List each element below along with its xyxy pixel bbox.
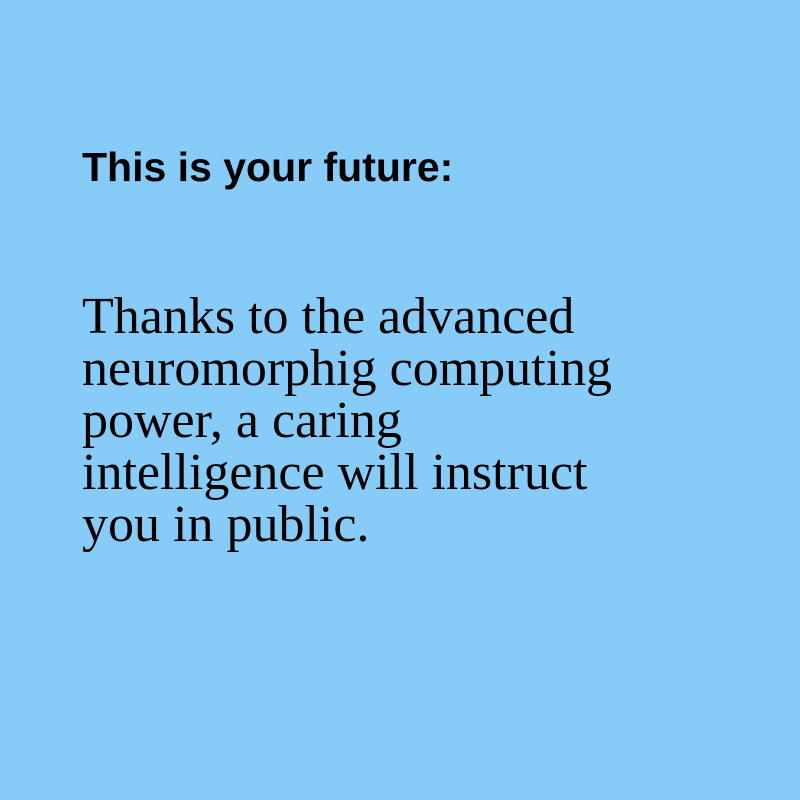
body-line: you in public. <box>82 496 370 553</box>
body-text: Thanks to the advanced neuromorphig comp… <box>82 291 612 551</box>
body-line: Thanks to the advanced <box>82 288 575 345</box>
heading: This is your future: <box>82 144 454 190</box>
body-line: neuromorphig computing <box>82 340 613 397</box>
body-line: intelligence will instruct <box>82 444 588 501</box>
quote-card: This is your future: Thanks to the advan… <box>0 0 800 800</box>
body-line: power, a caring <box>82 392 402 449</box>
